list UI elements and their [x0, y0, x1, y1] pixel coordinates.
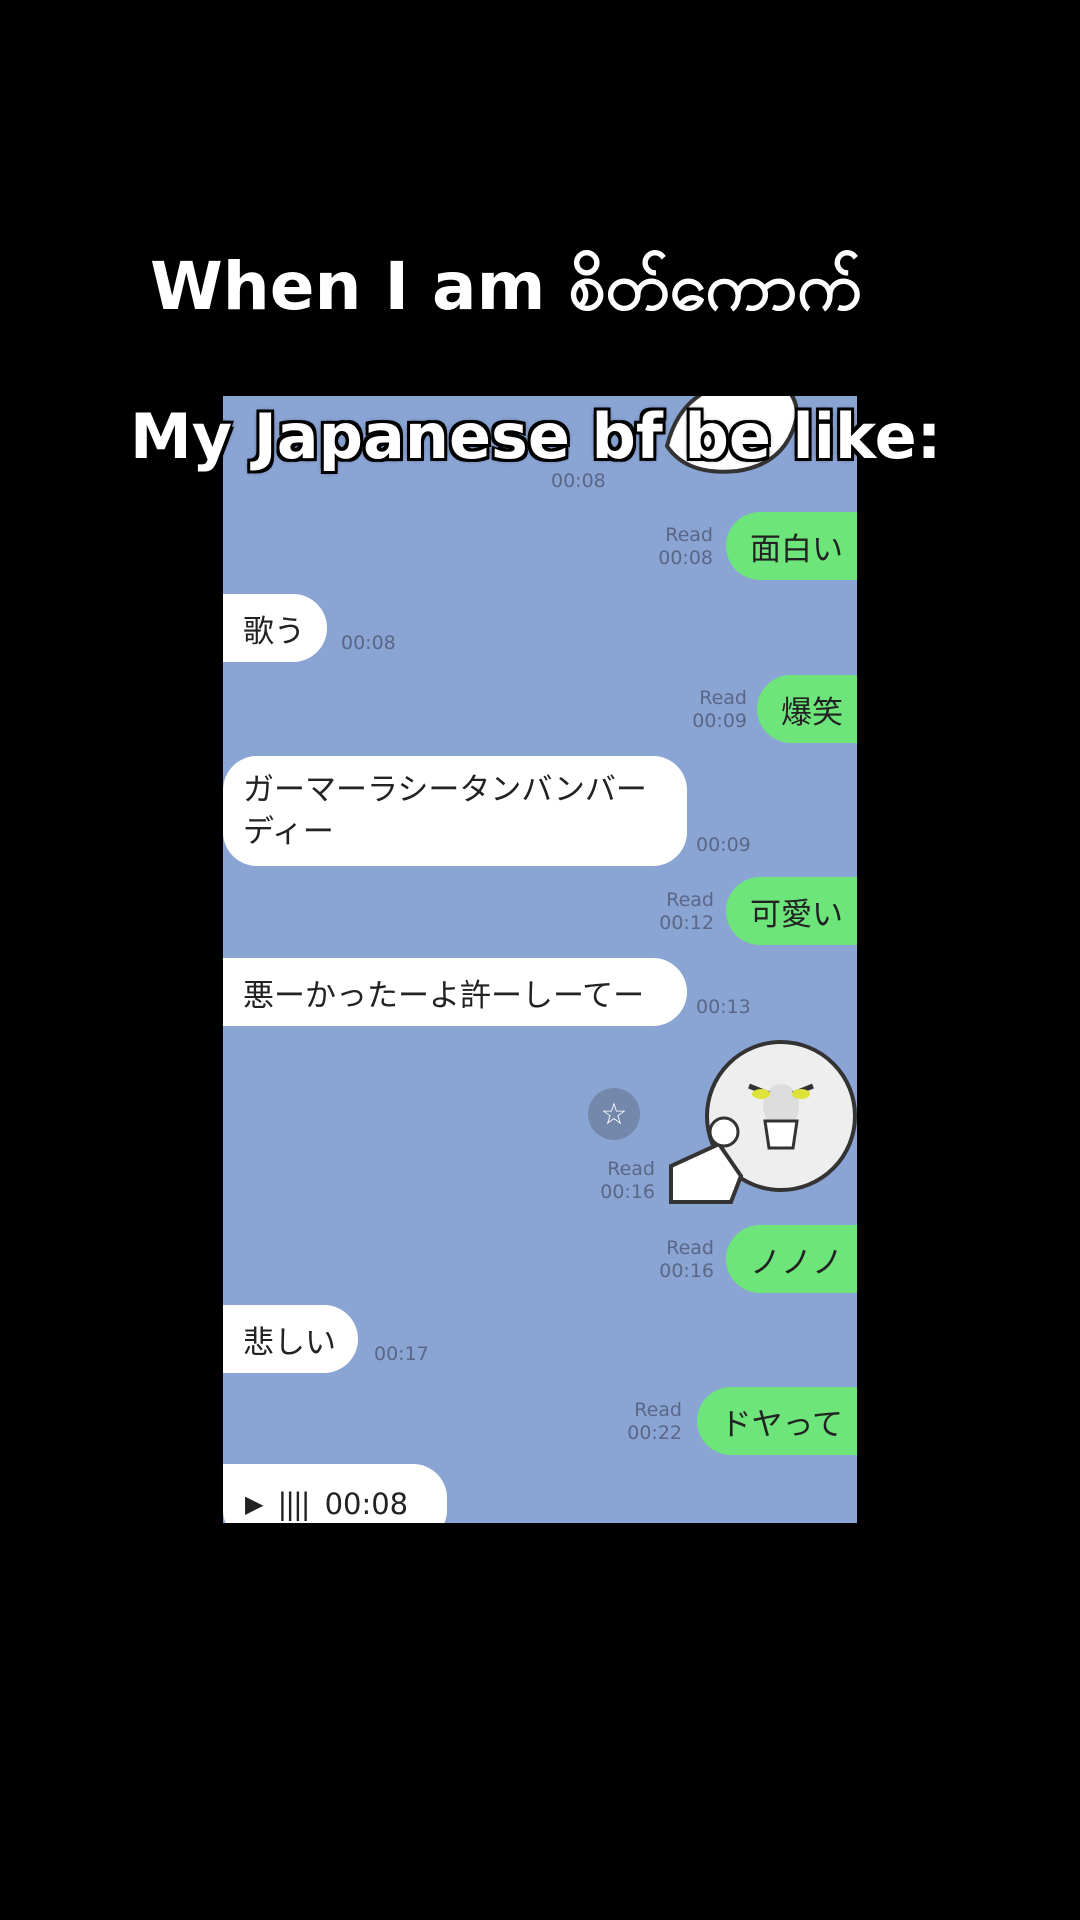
message-time: 00:08 — [341, 632, 396, 654]
message-out[interactable]: ノノノ — [726, 1225, 857, 1293]
message-time: 00:09 — [696, 834, 751, 856]
message-text: 可愛い — [750, 896, 843, 933]
message-out[interactable]: 可愛い — [726, 877, 857, 945]
message-text: 悪ーかったーよ許ーしーてー — [243, 977, 645, 1014]
waveform-icon: |||| — [277, 1487, 310, 1521]
message-in[interactable]: 歌う — [223, 594, 327, 662]
message-out[interactable]: 爆笑 — [757, 675, 857, 743]
caption-line-2: My Japanese bf be like: — [130, 400, 942, 473]
message-text: 悲しい — [243, 1324, 336, 1361]
message-text: 爆笑 — [781, 694, 843, 731]
read-receipt: Read 00:16 — [600, 1158, 655, 1203]
voice-duration: 00:08 — [324, 1487, 409, 1521]
message-text: ガーマーラシータンバンバーディー — [243, 772, 647, 850]
message-text: ノノノ — [750, 1244, 843, 1281]
read-receipt: Read 00:16 — [659, 1237, 714, 1282]
pointing-face-sticker — [669, 1040, 857, 1204]
voice-message[interactable]: ▶ |||| 00:08 — [223, 1464, 447, 1523]
chat-screenshot: 00:08 Read 00:08 面白い 歌う 00:08 Read 00:09 爆… — [223, 396, 857, 1523]
read-receipt: Read 00:09 — [692, 687, 747, 732]
message-text: 面白い — [750, 531, 843, 568]
star-icon[interactable]: ☆ — [588, 1088, 640, 1140]
message-time: 00:17 — [374, 1343, 429, 1365]
read-receipt: Read 00:12 — [659, 889, 714, 934]
message-text: 歌う — [243, 613, 305, 650]
play-icon[interactable]: ▶ — [245, 1490, 263, 1518]
message-in[interactable]: 悲しい — [223, 1305, 358, 1373]
read-receipt: Read 00:22 — [627, 1399, 682, 1444]
message-time: 00:13 — [696, 996, 751, 1018]
message-out[interactable]: 面白い — [726, 512, 857, 580]
message-in[interactable]: ガーマーラシータンバンバーディー — [223, 756, 687, 866]
read-receipt: Read 00:08 — [658, 524, 713, 569]
caption-line-1: When I am စိတ်ကောက် — [150, 248, 862, 325]
message-text: ドヤって — [720, 1406, 843, 1443]
message-in[interactable]: 悪ーかったーよ許ーしーてー — [223, 958, 687, 1026]
message-out[interactable]: ドヤって — [696, 1387, 857, 1455]
top-time: 00:08 — [551, 470, 606, 492]
